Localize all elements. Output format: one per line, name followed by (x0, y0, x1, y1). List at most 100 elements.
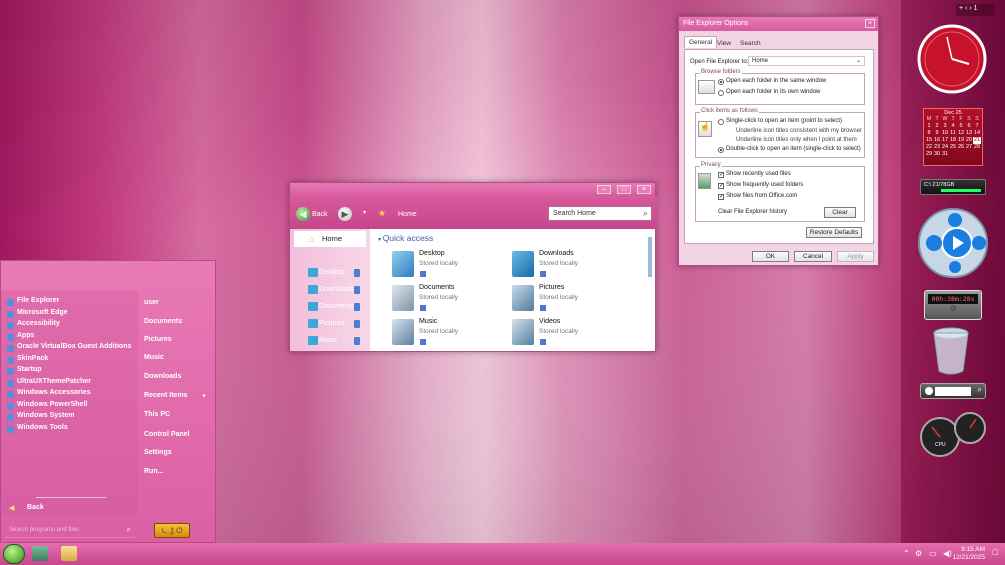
cancel-button[interactable]: Cancel (794, 251, 832, 262)
calendar-day[interactable]: 4 (949, 123, 957, 130)
calendar-day[interactable]: 22 (925, 144, 933, 151)
add-gadget-button[interactable]: + (959, 5, 963, 12)
start-item-music[interactable]: Music (144, 354, 164, 361)
power-buttons[interactable]: ⏾ ⚷ ⏻ (154, 523, 190, 538)
tile-documents[interactable]: Documents Stored locally (392, 283, 512, 317)
previous-button[interactable] (926, 235, 942, 251)
recycle-bin-gadget[interactable] (930, 325, 972, 377)
tile-downloads[interactable]: Downloads Stored locally (512, 249, 632, 283)
calendar-day[interactable]: 10 (941, 130, 949, 137)
calendar-day[interactable]: 18 (949, 137, 957, 144)
checkbox-frequent-folders[interactable]: ✓ (718, 183, 724, 189)
apply-button[interactable]: Apply (837, 251, 874, 262)
calendar-day[interactable]: 5 (957, 123, 965, 130)
calendar-day[interactable]: 29 (925, 151, 933, 158)
clear-history-button[interactable]: Clear (824, 207, 856, 218)
calendar-day[interactable]: 20 (965, 137, 973, 144)
calendar-day[interactable]: 25 (949, 144, 957, 151)
calendar-day[interactable]: 6 (965, 123, 973, 130)
maximize-button[interactable]: □ (617, 185, 631, 194)
program-apps[interactable]: Apps (7, 332, 35, 343)
tile-desktop[interactable]: Desktop Stored locally (392, 249, 512, 283)
program-startup[interactable]: Startup (7, 366, 42, 377)
radio-single-click[interactable] (718, 119, 724, 125)
checkbox-office-files[interactable]: ✓ (718, 194, 724, 200)
tile-pictures[interactable]: Pictures Stored locally (512, 283, 632, 317)
forward-arrow-icon[interactable]: ▶ (338, 207, 352, 221)
volume-icon[interactable]: ◀) (943, 549, 952, 558)
calendar-day[interactable]: 3 (941, 123, 949, 130)
calendar-day[interactable]: 16 (933, 137, 941, 144)
dialog-close-button[interactable]: × (865, 19, 875, 28)
start-item-this-pc[interactable]: This PC (144, 411, 170, 418)
checkbox-recent-files[interactable]: ✓ (718, 172, 724, 178)
power-icon[interactable]: ⏻ (176, 526, 182, 535)
calendar-gadget[interactable]: Dec 25 M T W T F S S 1 2 3 4 5 6 7 8 9 10 11 12 13 14 15 16 17 1… (923, 108, 983, 166)
tab-search[interactable]: Search (736, 38, 765, 49)
gadget-nav-icon[interactable]: ‹ › (965, 5, 974, 12)
calendar-day[interactable]: 7 (973, 123, 981, 130)
program-skinpack[interactable]: SkinPack (7, 355, 48, 366)
back-arrow-icon[interactable]: ◀ (9, 504, 14, 512)
start-item-settings[interactable]: Settings (144, 449, 172, 456)
start-item-recent-items[interactable]: Recent Items (144, 392, 188, 399)
start-item-documents[interactable]: Documents (144, 318, 182, 325)
search-gadget[interactable]: ⌕ (920, 383, 986, 399)
drive-gadget[interactable]: C:\ 21/78GB (920, 179, 986, 195)
ok-button[interactable]: OK (752, 251, 789, 262)
quick-access-header[interactable]: ▾ Quick access (378, 233, 433, 243)
next-button[interactable] (972, 236, 986, 250)
start-item-control-panel[interactable]: Control Panel (144, 431, 190, 438)
search-icon[interactable]: ⌕ (978, 385, 982, 395)
radio-double-click[interactable] (718, 147, 724, 153)
program-powershell[interactable]: Windows PowerShell (7, 401, 87, 412)
minimize-button[interactable]: – (597, 185, 611, 194)
stopwatch-gadget[interactable]: 00h:38m:28s ◷ (924, 290, 982, 320)
calendar-day[interactable]: 12 (957, 130, 965, 137)
address-bar[interactable]: Home (398, 211, 417, 218)
search-icon[interactable]: ⌕ (127, 525, 131, 535)
calendar-day[interactable]: 30 (933, 151, 941, 158)
nav-item-pictures[interactable]: Pictures (294, 316, 366, 332)
start-item-run[interactable]: Run... (144, 468, 163, 475)
show-hidden-icons-icon[interactable]: ⌃ (903, 549, 910, 558)
radio-same-window[interactable] (718, 79, 724, 85)
program-virtualbox[interactable]: Oracle VirtualBox Guest Additions (7, 343, 131, 354)
calendar-day[interactable]: 21 (973, 137, 981, 144)
calendar-day[interactable]: 8 (925, 130, 933, 137)
notifications-icon[interactable]: ▢ (992, 548, 999, 556)
dialog-titlebar[interactable]: File Explorer Options (679, 17, 878, 31)
start-item-downloads[interactable]: Downloads (144, 373, 181, 380)
calendar-day[interactable]: 14 (973, 130, 981, 137)
calendar-day[interactable]: 31 (941, 151, 949, 158)
search-gadget-input[interactable] (935, 387, 971, 396)
back-button[interactable]: Back (27, 504, 44, 511)
back-label[interactable]: Back (312, 211, 328, 218)
settings-tray-icon[interactable]: ⚙ (915, 549, 922, 558)
start-search-input[interactable]: Search programs and files ⌕ (5, 524, 135, 538)
restore-defaults-button[interactable]: Restore Defaults (806, 227, 862, 238)
tile-music[interactable]: Music Stored locally (392, 317, 512, 351)
nav-item-home[interactable]: ⌂ Home (294, 231, 366, 247)
calendar-day[interactable]: 2 (933, 123, 941, 130)
tab-view[interactable]: View (713, 38, 735, 49)
calendar-day[interactable]: 1 (925, 123, 933, 130)
nav-item-documents[interactable]: Documents (294, 299, 366, 315)
program-file-explorer[interactable]: File Explorer (7, 297, 59, 308)
program-accessories[interactable]: Windows Accessories (7, 389, 91, 400)
file-explorer-taskbar-icon[interactable] (32, 546, 48, 561)
program-windows-system[interactable]: Windows System (7, 412, 75, 423)
calendar-day[interactable]: 9 (933, 130, 941, 137)
program-ultrauxthemepatcher[interactable]: UltraUXThemePatcher (7, 378, 91, 389)
sleep-icon[interactable]: ⏾ (161, 526, 167, 535)
lock-icon[interactable]: ⚷ (170, 526, 174, 535)
file-explorer-options-dialog[interactable]: File Explorer Options × General View Sea… (678, 16, 879, 266)
clock-gadget[interactable] (917, 24, 987, 94)
open-to-select[interactable]: Home ⌄ (748, 56, 865, 66)
search-input[interactable]: Search Home ⌕ (548, 206, 652, 221)
media-player-gadget[interactable] (915, 205, 990, 280)
vertical-scrollbar[interactable] (648, 237, 652, 277)
pause-button[interactable] (948, 213, 962, 227)
calendar-day[interactable]: 15 (925, 137, 933, 144)
tile-videos[interactable]: Videos Stored locally (512, 317, 632, 351)
